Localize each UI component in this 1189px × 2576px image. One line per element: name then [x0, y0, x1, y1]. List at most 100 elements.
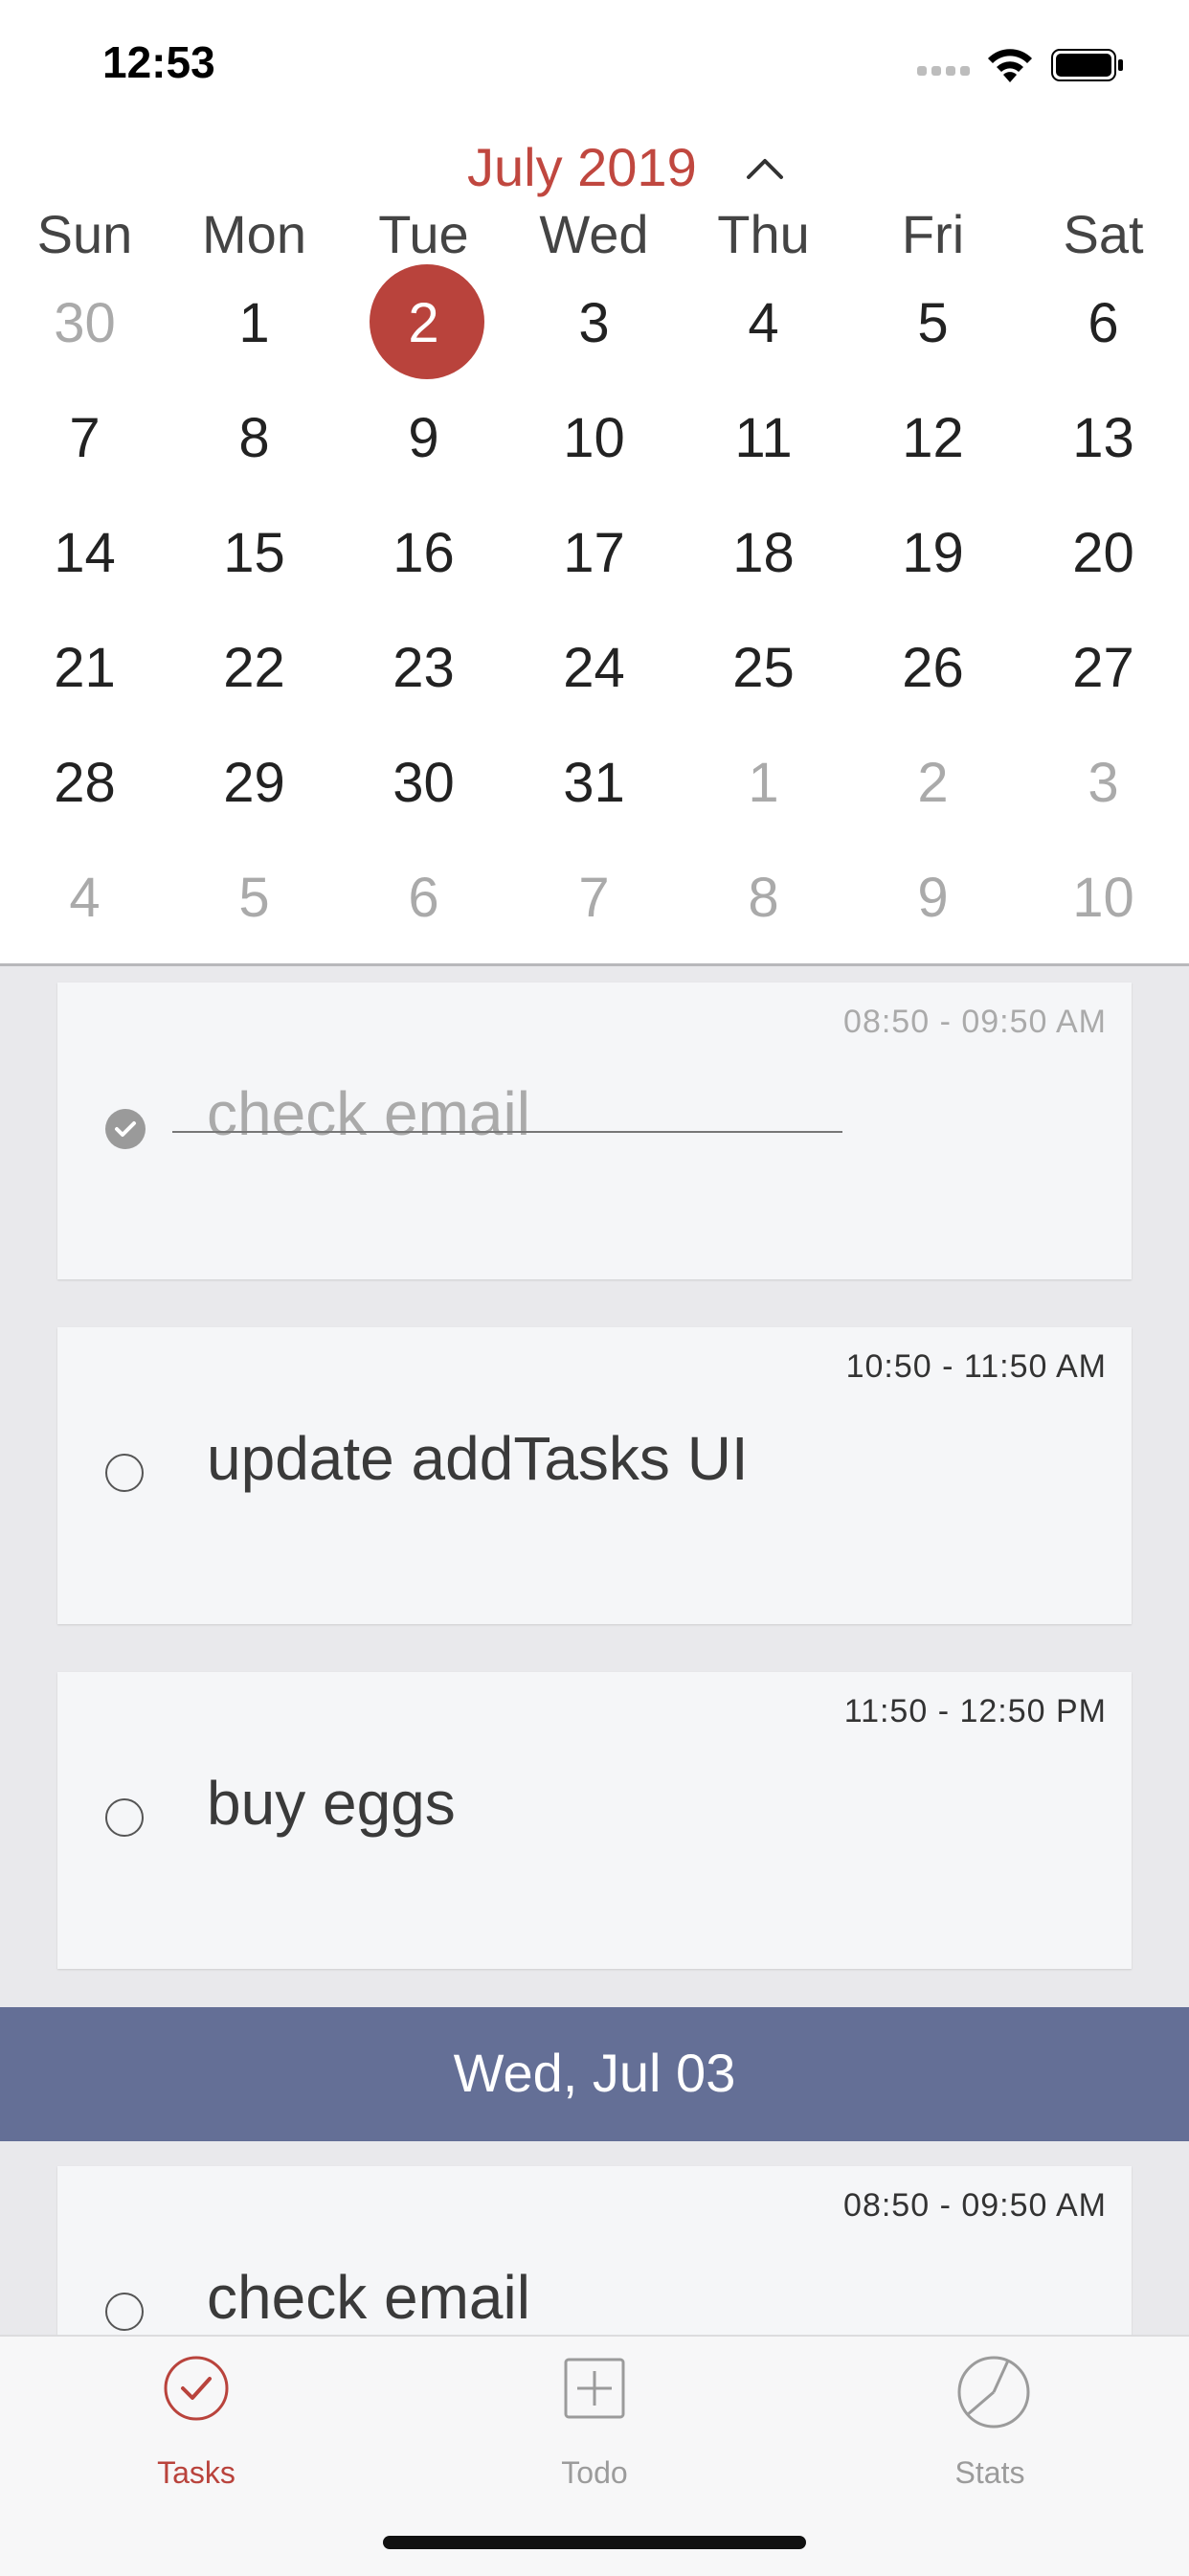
task-time-range: 10:50 - 11:50 AM	[845, 1348, 1107, 1385]
day-number: 23	[393, 637, 455, 699]
calendar-day[interactable]: 17	[509, 506, 679, 621]
day-number: 31	[563, 752, 625, 814]
task-card[interactable]: 10:50 - 11:50 AM update addTasks UI	[57, 1327, 1132, 1624]
calendar-day[interactable]: 1	[169, 276, 339, 391]
calendar-day[interactable]: 3	[509, 276, 679, 391]
calendar-day[interactable]: 8	[169, 391, 339, 506]
calendar-day[interactable]: 4	[679, 276, 848, 391]
weekday-label: Wed	[539, 204, 649, 264]
task-title: buy eggs	[207, 1769, 456, 1838]
calendar-day[interactable]: 24	[509, 621, 679, 735]
day-number: 26	[902, 637, 964, 699]
day-number: 6	[1088, 292, 1119, 354]
calendar-day[interactable]: 14	[0, 506, 169, 621]
calendar-day[interactable]: 22	[169, 621, 339, 735]
weekday-label: Thu	[717, 204, 810, 264]
day-number: 21	[54, 637, 116, 699]
calendar-day[interactable]: 25	[679, 621, 848, 735]
calendar-day[interactable]: 30	[339, 735, 508, 850]
calendar-day[interactable]: 31	[509, 735, 679, 850]
calendar-day[interactable]: 26	[848, 621, 1018, 735]
day-number: 2	[408, 292, 439, 354]
task-card[interactable]: 11:50 - 12:50 PM buy eggs	[57, 1672, 1132, 1969]
day-number: 3	[1088, 752, 1119, 814]
day-number: 9	[408, 407, 439, 469]
day-number: 2	[917, 752, 949, 814]
calendar-day[interactable]: 5	[169, 850, 339, 965]
calendar-day[interactable]: 10	[1019, 850, 1188, 965]
calendar-day-selected[interactable]: 2	[339, 264, 508, 391]
calendar-day[interactable]: 29	[169, 735, 339, 850]
day-number: 9	[917, 867, 949, 929]
calendar-day[interactable]: 21	[0, 621, 169, 735]
task-time-range: 11:50 - 12:50 PM	[843, 1693, 1107, 1729]
day-number: 1	[748, 752, 779, 814]
day-number: 4	[69, 867, 101, 929]
tab-label: Todo	[561, 2455, 628, 2490]
tab-label: Tasks	[157, 2455, 236, 2490]
calendar-day[interactable]: 6	[339, 850, 508, 965]
day-number: 20	[1072, 522, 1134, 584]
calendar-day[interactable]: 12	[848, 391, 1018, 506]
day-number: 15	[223, 522, 285, 584]
calendar-day[interactable]: 28	[0, 735, 169, 850]
weekday-label: Tue	[378, 204, 469, 264]
day-number: 13	[1072, 407, 1134, 469]
day-number: 4	[748, 292, 779, 354]
calendar-day[interactable]: 2	[848, 735, 1018, 850]
calendar-day[interactable]: 16	[339, 506, 508, 621]
day-number: 8	[238, 407, 270, 469]
task-checkbox[interactable]	[105, 1798, 144, 1837]
calendar-day[interactable]: 3	[1019, 735, 1188, 850]
calendar-day[interactable]: 18	[679, 506, 848, 621]
calendar-day[interactable]: 9	[848, 850, 1018, 965]
day-number: 7	[69, 407, 101, 469]
weekday-label: Fri	[901, 204, 965, 264]
calendar-day[interactable]: 13	[1019, 391, 1188, 506]
day-number: 22	[223, 637, 285, 699]
weekday-label: Sat	[1063, 204, 1144, 264]
day-number: 30	[54, 292, 116, 354]
cellular-signal-icon	[917, 63, 975, 80]
calendar-day[interactable]: 7	[0, 391, 169, 506]
day-number: 5	[238, 867, 270, 929]
tab-label: Stats	[954, 2455, 1025, 2490]
wifi-icon	[988, 49, 1032, 82]
task-title: check email	[207, 2263, 530, 2332]
month-title[interactable]: July 2019	[467, 136, 697, 198]
day-number: 16	[393, 522, 455, 584]
section-label: Wed, Jul 03	[453, 2043, 736, 2103]
calendar-day[interactable]: 30	[0, 276, 169, 391]
task-checkbox[interactable]	[105, 1454, 144, 1492]
calendar-day[interactable]: 6	[1019, 276, 1188, 391]
calendar-day[interactable]: 23	[339, 621, 508, 735]
day-number: 29	[223, 752, 285, 814]
calendar-day[interactable]: 5	[848, 276, 1018, 391]
calendar-day[interactable]: 27	[1019, 621, 1188, 735]
task-card[interactable]: 08:50 - 09:50 AM check email	[57, 2166, 1132, 2335]
calendar-day[interactable]: 1	[679, 735, 848, 850]
day-section-header: Wed, Jul 03	[0, 2007, 1189, 2141]
calendar-day[interactable]: 15	[169, 506, 339, 621]
calendar-day[interactable]: 9	[339, 391, 508, 506]
task-card[interactable]: 08:50 - 09:50 AM check email	[57, 983, 1132, 1279]
calendar-day[interactable]: 20	[1019, 506, 1188, 621]
home-indicator	[383, 2536, 806, 2549]
strikethrough-line	[172, 1131, 842, 1133]
calendar-day[interactable]: 19	[848, 506, 1018, 621]
day-number: 27	[1072, 637, 1134, 699]
day-number: 6	[408, 867, 439, 929]
day-number: 12	[902, 407, 964, 469]
task-time-range: 08:50 - 09:50 AM	[843, 2187, 1107, 2224]
calendar-day[interactable]: 7	[509, 850, 679, 965]
day-number: 18	[732, 522, 795, 584]
task-checkbox[interactable]	[105, 2293, 144, 2331]
calendar-day[interactable]: 8	[679, 850, 848, 965]
checkmark-circle-icon[interactable]	[105, 1109, 146, 1149]
calendar-day[interactable]: 11	[679, 391, 848, 506]
day-number: 8	[748, 867, 779, 929]
weekday-header: Sun Mon Tue Wed Thu Fri Sat	[0, 203, 1189, 280]
calendar-day[interactable]: 10	[509, 391, 679, 506]
calendar-day[interactable]: 4	[0, 850, 169, 965]
chevron-up-icon[interactable]	[741, 146, 789, 193]
